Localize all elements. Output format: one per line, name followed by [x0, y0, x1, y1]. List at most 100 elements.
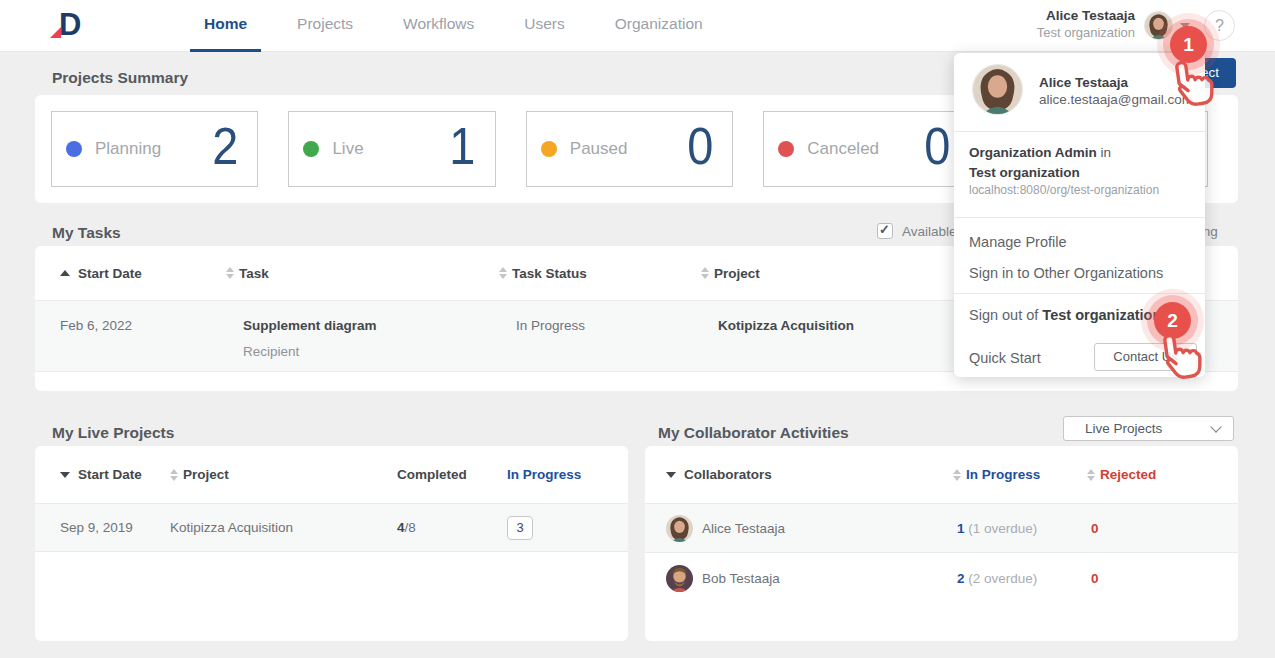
collab-row[interactable]: Bob Testaaja 2 (2 overdue) 0 — [645, 553, 1238, 603]
card-label: Paused — [570, 139, 628, 159]
brand-logo-icon[interactable]: D — [50, 7, 90, 45]
task-name[interactable]: Supplement diagram — [243, 318, 499, 333]
col-collaborators[interactable]: Collaborators — [666, 467, 953, 482]
chevron-down-icon — [1210, 421, 1221, 432]
available-checkbox[interactable] — [877, 223, 893, 239]
sort-desc-icon — [60, 472, 70, 478]
menu-item-sign-out[interactable]: Sign out of Test organization — [969, 307, 1161, 323]
filter-available[interactable]: Available — [877, 223, 957, 239]
planning-dot-icon — [66, 141, 82, 157]
card-label: Planning — [95, 139, 161, 159]
col-start-date[interactable]: Start Date — [60, 467, 170, 482]
live-project-row[interactable]: Sep 9, 2019 Kotipizza Acquisition 4/8 3 — [35, 503, 628, 552]
nav-user-info[interactable]: Alice Testaaja Test organization — [1037, 8, 1135, 40]
menu-item-sign-in-other[interactable]: Sign in to Other Organizations — [969, 265, 1163, 281]
collab-rejected[interactable]: 0 — [1087, 521, 1238, 536]
col-task[interactable]: Task — [226, 266, 499, 281]
live-start-date: Sep 9, 2019 — [60, 520, 170, 535]
col-label: Task — [239, 266, 269, 281]
bob-avatar — [666, 565, 693, 592]
alice-avatar-icon — [666, 515, 693, 542]
summary-card-canceled[interactable]: Canceled 0 — [763, 111, 970, 187]
my-live-projects-panel: Start Date Project Completed In Progress… — [35, 446, 628, 641]
completed-total: /8 — [405, 520, 416, 535]
collab-rejected[interactable]: 0 — [1087, 571, 1238, 586]
canceled-dot-icon — [778, 141, 794, 157]
help-button[interactable]: ? — [1204, 10, 1235, 41]
menu-user-name: Alice Testaaja — [1039, 75, 1128, 90]
collab-header-row: Collaborators In Progress Rejected — [645, 446, 1238, 503]
collab-name: Bob Testaaja — [702, 571, 780, 586]
live-header-row: Start Date Project Completed In Progress — [35, 446, 628, 503]
menu-item-quick-start[interactable]: Quick Start — [969, 350, 1041, 366]
summary-card-paused[interactable]: Paused 0 — [526, 111, 733, 187]
top-nav: D Home Projects Workflows Users Organiza… — [0, 0, 1275, 52]
task-role: Recipient — [243, 344, 499, 359]
card-label: Canceled — [807, 139, 879, 159]
nav-item-projects[interactable]: Projects — [283, 0, 367, 52]
nav-item-home[interactable]: Home — [190, 0, 261, 52]
live-completed: 4/8 — [385, 520, 495, 535]
col-rejected[interactable]: Rejected — [1087, 467, 1238, 482]
my-tasks-title: My Tasks — [52, 224, 121, 242]
overdue-note: (1 overdue) — [968, 521, 1037, 536]
sort-icon — [170, 469, 178, 481]
col-task-status[interactable]: Task Status — [499, 266, 701, 281]
role-name: Organization Admin — [969, 145, 1097, 160]
divider — [954, 131, 1205, 132]
sort-icon — [226, 267, 234, 279]
nav-item-workflows[interactable]: Workflows — [389, 0, 488, 52]
card-count: 2 — [212, 117, 238, 176]
collab-row[interactable]: Alice Testaaja 1 (1 overdue) 0 — [645, 503, 1238, 553]
card-count: 0 — [924, 117, 950, 176]
col-project[interactable]: Project — [170, 467, 385, 482]
col-start-date[interactable]: Start Date — [60, 266, 226, 281]
projects-summary-title: Projects Summary — [52, 69, 188, 87]
main-nav: Home Projects Workflows Users Organizati… — [190, 0, 739, 52]
card-count: 0 — [687, 117, 713, 176]
menu-role: Organization Admin inTest organization — [969, 143, 1111, 183]
paused-dot-icon — [541, 141, 557, 157]
sign-out-org: Test organization — [1042, 307, 1161, 323]
my-collaborators-title: My Collaborator Activities — [658, 424, 849, 442]
live-project-name[interactable]: Kotipizza Acquisition — [170, 520, 385, 535]
sign-out-prefix: Sign out of — [969, 307, 1042, 323]
summary-card-planning[interactable]: Planning 2 — [51, 111, 258, 187]
live-dot-icon — [303, 141, 319, 157]
logo-letter: D — [59, 7, 80, 43]
col-label: Collaborators — [684, 467, 772, 482]
collab-in-progress: 2 (2 overdue) — [953, 571, 1087, 586]
in-progress-count[interactable]: 2 — [957, 571, 965, 586]
collab-name-cell: Alice Testaaja — [666, 515, 953, 542]
card-count: 1 — [450, 117, 476, 176]
alice-avatar — [666, 515, 693, 542]
sort-icon — [701, 267, 709, 279]
menu-avatar — [972, 64, 1023, 115]
divider — [954, 217, 1205, 218]
nav-item-organization[interactable]: Organization — [601, 0, 717, 52]
col-in-progress[interactable]: In Progress — [953, 467, 1087, 482]
task-status: In Progress — [499, 301, 701, 371]
sort-desc-icon — [666, 472, 676, 478]
role-suffix: in — [1097, 145, 1111, 160]
sort-icon — [1087, 469, 1095, 481]
col-label: Task Status — [512, 266, 587, 281]
pointer-hand-icon — [1154, 330, 1204, 393]
collab-name: Alice Testaaja — [702, 521, 785, 536]
summary-card-live[interactable]: Live 1 — [288, 111, 495, 187]
in-progress-count-button[interactable]: 3 — [507, 516, 533, 540]
nav-avatar[interactable] — [1144, 11, 1173, 40]
live-projects-select[interactable]: Live Projects — [1063, 416, 1234, 441]
col-label: Project — [183, 467, 229, 482]
menu-item-manage-profile[interactable]: Manage Profile — [969, 234, 1067, 250]
col-label: Rejected — [1100, 467, 1156, 482]
col-label: Project — [714, 266, 760, 281]
col-label: In Progress — [507, 467, 581, 482]
nav-item-users[interactable]: Users — [510, 0, 578, 52]
collab-in-progress: 1 (1 overdue) — [953, 521, 1087, 536]
in-progress-count[interactable]: 1 — [957, 521, 965, 536]
sort-icon — [953, 469, 961, 481]
col-in-progress[interactable]: In Progress — [495, 467, 628, 482]
col-completed[interactable]: Completed — [385, 467, 495, 482]
collab-name-cell: Bob Testaaja — [666, 565, 953, 592]
